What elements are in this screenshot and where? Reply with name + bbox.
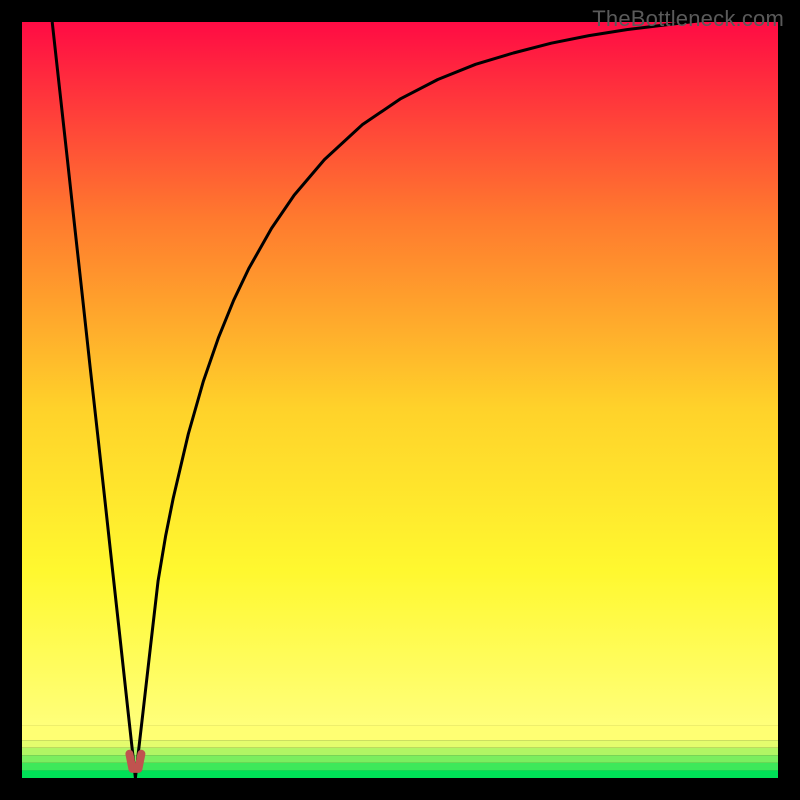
chart-canvas: TheBottleneck.com bbox=[0, 0, 800, 800]
plot-svg bbox=[22, 22, 778, 778]
plot-area bbox=[22, 22, 778, 778]
watermark-text: TheBottleneck.com bbox=[592, 6, 784, 32]
